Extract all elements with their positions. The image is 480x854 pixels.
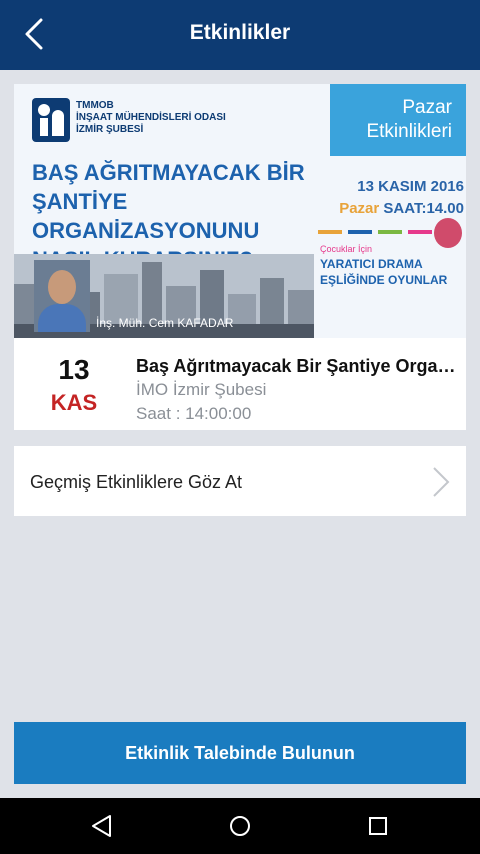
event-banner-image[interactable]: TMMOB İNŞAAT MÜHENDİSLERİ ODASI İZMİR ŞU… [14, 84, 466, 338]
event-organizer: İMO İzmir Şubesi [136, 380, 267, 399]
event-title: Baş Ağrıtmayacak Bir Şantiye Organizasyo… [136, 356, 460, 376]
event-month: KAS [50, 390, 98, 415]
banner-kids-label: Çocuklar İçin [320, 244, 373, 254]
banner-org: TMMOB İNŞAAT MÜHENDİSLERİ ODASI İZMİR ŞU… [76, 100, 226, 135]
nav-recents-icon[interactable] [364, 812, 392, 840]
app-bar: Etkinlikler [0, 0, 480, 70]
speaker-photo [34, 260, 90, 332]
banner-tag: Pazar Etkinlikleri [330, 84, 466, 156]
nav-back-icon[interactable] [88, 812, 116, 840]
nav-home-icon[interactable] [226, 812, 254, 840]
balloon-graphic [434, 218, 462, 248]
page-title: Etkinlikler [189, 21, 291, 44]
past-events-label: Geçmiş Etkinliklere Göz At [30, 472, 243, 492]
event-time: Saat : 14:00:00 [136, 404, 252, 423]
event-list-item[interactable]: 13 KAS Baş Ağrıtmayacak Bir Şantiye Orga… [14, 338, 466, 430]
request-event-button[interactable]: Etkinlik Talebinde Bulunun [14, 722, 466, 784]
event-day: 13 [58, 354, 90, 385]
color-dash-decoration [318, 230, 432, 234]
system-navigation-bar [0, 798, 480, 854]
imo-logo [32, 98, 70, 142]
past-events-button[interactable]: Geçmiş Etkinliklere Göz At [14, 446, 466, 516]
banner-date: 13 KASIM 2016 Pazar SAAT:14.00 [339, 178, 464, 217]
event-card[interactable]: TMMOB İNŞAAT MÜHENDİSLERİ ODASI İZMİR ŞU… [14, 84, 466, 430]
banner-drama: YARATICI DRAMA EŞLİĞİNDE OYUNLAR [320, 257, 448, 287]
chevron-right-icon [433, 467, 450, 497]
banner-speaker: İnş. Müh. Cem KAFADAR [96, 316, 234, 330]
